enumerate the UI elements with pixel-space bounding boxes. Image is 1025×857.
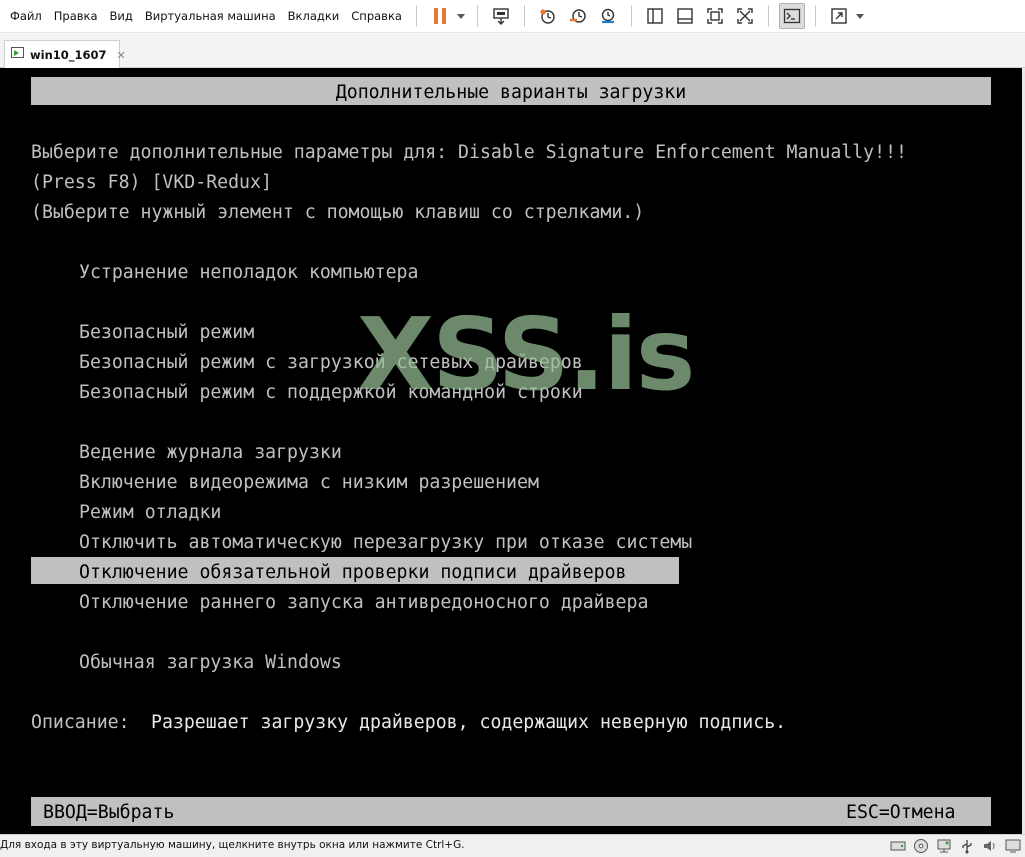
description-label: Описание: bbox=[31, 712, 130, 733]
menu-tabs[interactable]: Вкладки bbox=[282, 0, 346, 33]
boot-hint: (Выберите нужный элемент с помощью клави… bbox=[31, 202, 645, 223]
boot-option-troubleshoot[interactable]: Устранение неполадок компьютера bbox=[79, 262, 418, 284]
toolbar-divider bbox=[415, 5, 417, 27]
send-ctrl-alt-del-icon[interactable] bbox=[488, 3, 514, 29]
display-icon[interactable] bbox=[1005, 838, 1021, 854]
hard-disk-icon[interactable] bbox=[890, 838, 906, 854]
device-icons bbox=[890, 838, 1021, 854]
menu-toolbar: Файл Правка Вид Виртуальная машина Вклад… bbox=[0, 0, 1025, 33]
show-library-icon[interactable] bbox=[642, 3, 668, 29]
toolbar-divider bbox=[523, 5, 525, 27]
vm-tab-strip: win10_1607 ✕ bbox=[0, 34, 1025, 69]
console-view-icon[interactable] bbox=[778, 3, 805, 29]
toolbar-divider bbox=[814, 5, 816, 27]
boot-header-title: Дополнительные варианты загрузки bbox=[335, 82, 687, 103]
chevron-down-icon[interactable] bbox=[854, 3, 866, 29]
menu-help[interactable]: Справка bbox=[345, 0, 408, 33]
chevron-down-icon[interactable] bbox=[455, 3, 467, 29]
revert-snapshot-icon[interactable] bbox=[565, 3, 591, 29]
watermark-logo: XSS.is bbox=[357, 296, 695, 413]
boot-option-safe-mode[interactable]: Безопасный режим bbox=[79, 322, 254, 344]
manage-snapshots-icon[interactable] bbox=[595, 3, 621, 29]
status-hint: Для входа в эту виртуальную машину, щелк… bbox=[0, 839, 465, 851]
boot-option-low-res-video[interactable]: Включение видеорежима с низким разрешени… bbox=[79, 472, 539, 494]
boot-prompt-line-2: (Press F8) [VKD-Redux] bbox=[31, 172, 272, 193]
close-icon[interactable]: ✕ bbox=[117, 49, 126, 62]
stretch-guest-icon[interactable] bbox=[826, 3, 852, 29]
toolbar-divider bbox=[476, 5, 478, 27]
usb-controller-icon[interactable] bbox=[959, 838, 975, 854]
vm-tab[interactable]: win10_1607 ✕ bbox=[4, 40, 126, 69]
vm-tab-label: win10_1607 bbox=[30, 48, 107, 62]
boot-option-disable-elam[interactable]: Отключение раннего запуска антивредоносн… bbox=[79, 592, 648, 614]
menu-view[interactable]: Вид bbox=[104, 0, 139, 33]
vm-icon bbox=[11, 47, 25, 63]
boot-prompt-line-1: Выберите дополнительные параметры для: D… bbox=[31, 142, 907, 163]
menu-edit[interactable]: Правка bbox=[48, 0, 104, 33]
sound-card-icon[interactable] bbox=[982, 838, 998, 854]
network-adapter-icon[interactable] bbox=[936, 838, 952, 854]
status-bar: Для входа в эту виртуальную машину, щелк… bbox=[0, 834, 1025, 857]
description-text: Разрешает загрузку драйверов, содержащих… bbox=[151, 712, 787, 733]
pause-icon[interactable] bbox=[427, 3, 453, 29]
toolbar-divider bbox=[767, 5, 769, 27]
footer-esc-hint: ESC=Отмена bbox=[846, 802, 956, 823]
snapshot-icon[interactable] bbox=[535, 3, 561, 29]
boot-option-boot-logging[interactable]: Ведение журнала загрузки bbox=[79, 442, 342, 464]
footer-enter-hint: ВВОД=Выбрать bbox=[43, 802, 175, 823]
menu-file[interactable]: Файл bbox=[0, 0, 48, 33]
unity-icon[interactable] bbox=[732, 3, 758, 29]
boot-option-normal-start[interactable]: Обычная загрузка Windows bbox=[79, 652, 342, 674]
thumbnail-bar-icon[interactable] bbox=[672, 3, 698, 29]
boot-option-debugging[interactable]: Режим отладки bbox=[79, 502, 221, 524]
menu-vm[interactable]: Виртуальная машина bbox=[139, 0, 282, 33]
vm-console[interactable]: Дополнительные варианты загрузки Выберит… bbox=[0, 68, 1022, 834]
toolbar-divider bbox=[630, 5, 632, 27]
full-screen-icon[interactable] bbox=[702, 3, 728, 29]
cd-dvd-icon[interactable] bbox=[913, 838, 929, 854]
boot-option-disable-driver-signature[interactable]: Отключение обязательной проверки подписи… bbox=[79, 562, 627, 584]
boot-option-disable-auto-restart[interactable]: Отключить автоматическую перезагрузку пр… bbox=[79, 532, 692, 554]
